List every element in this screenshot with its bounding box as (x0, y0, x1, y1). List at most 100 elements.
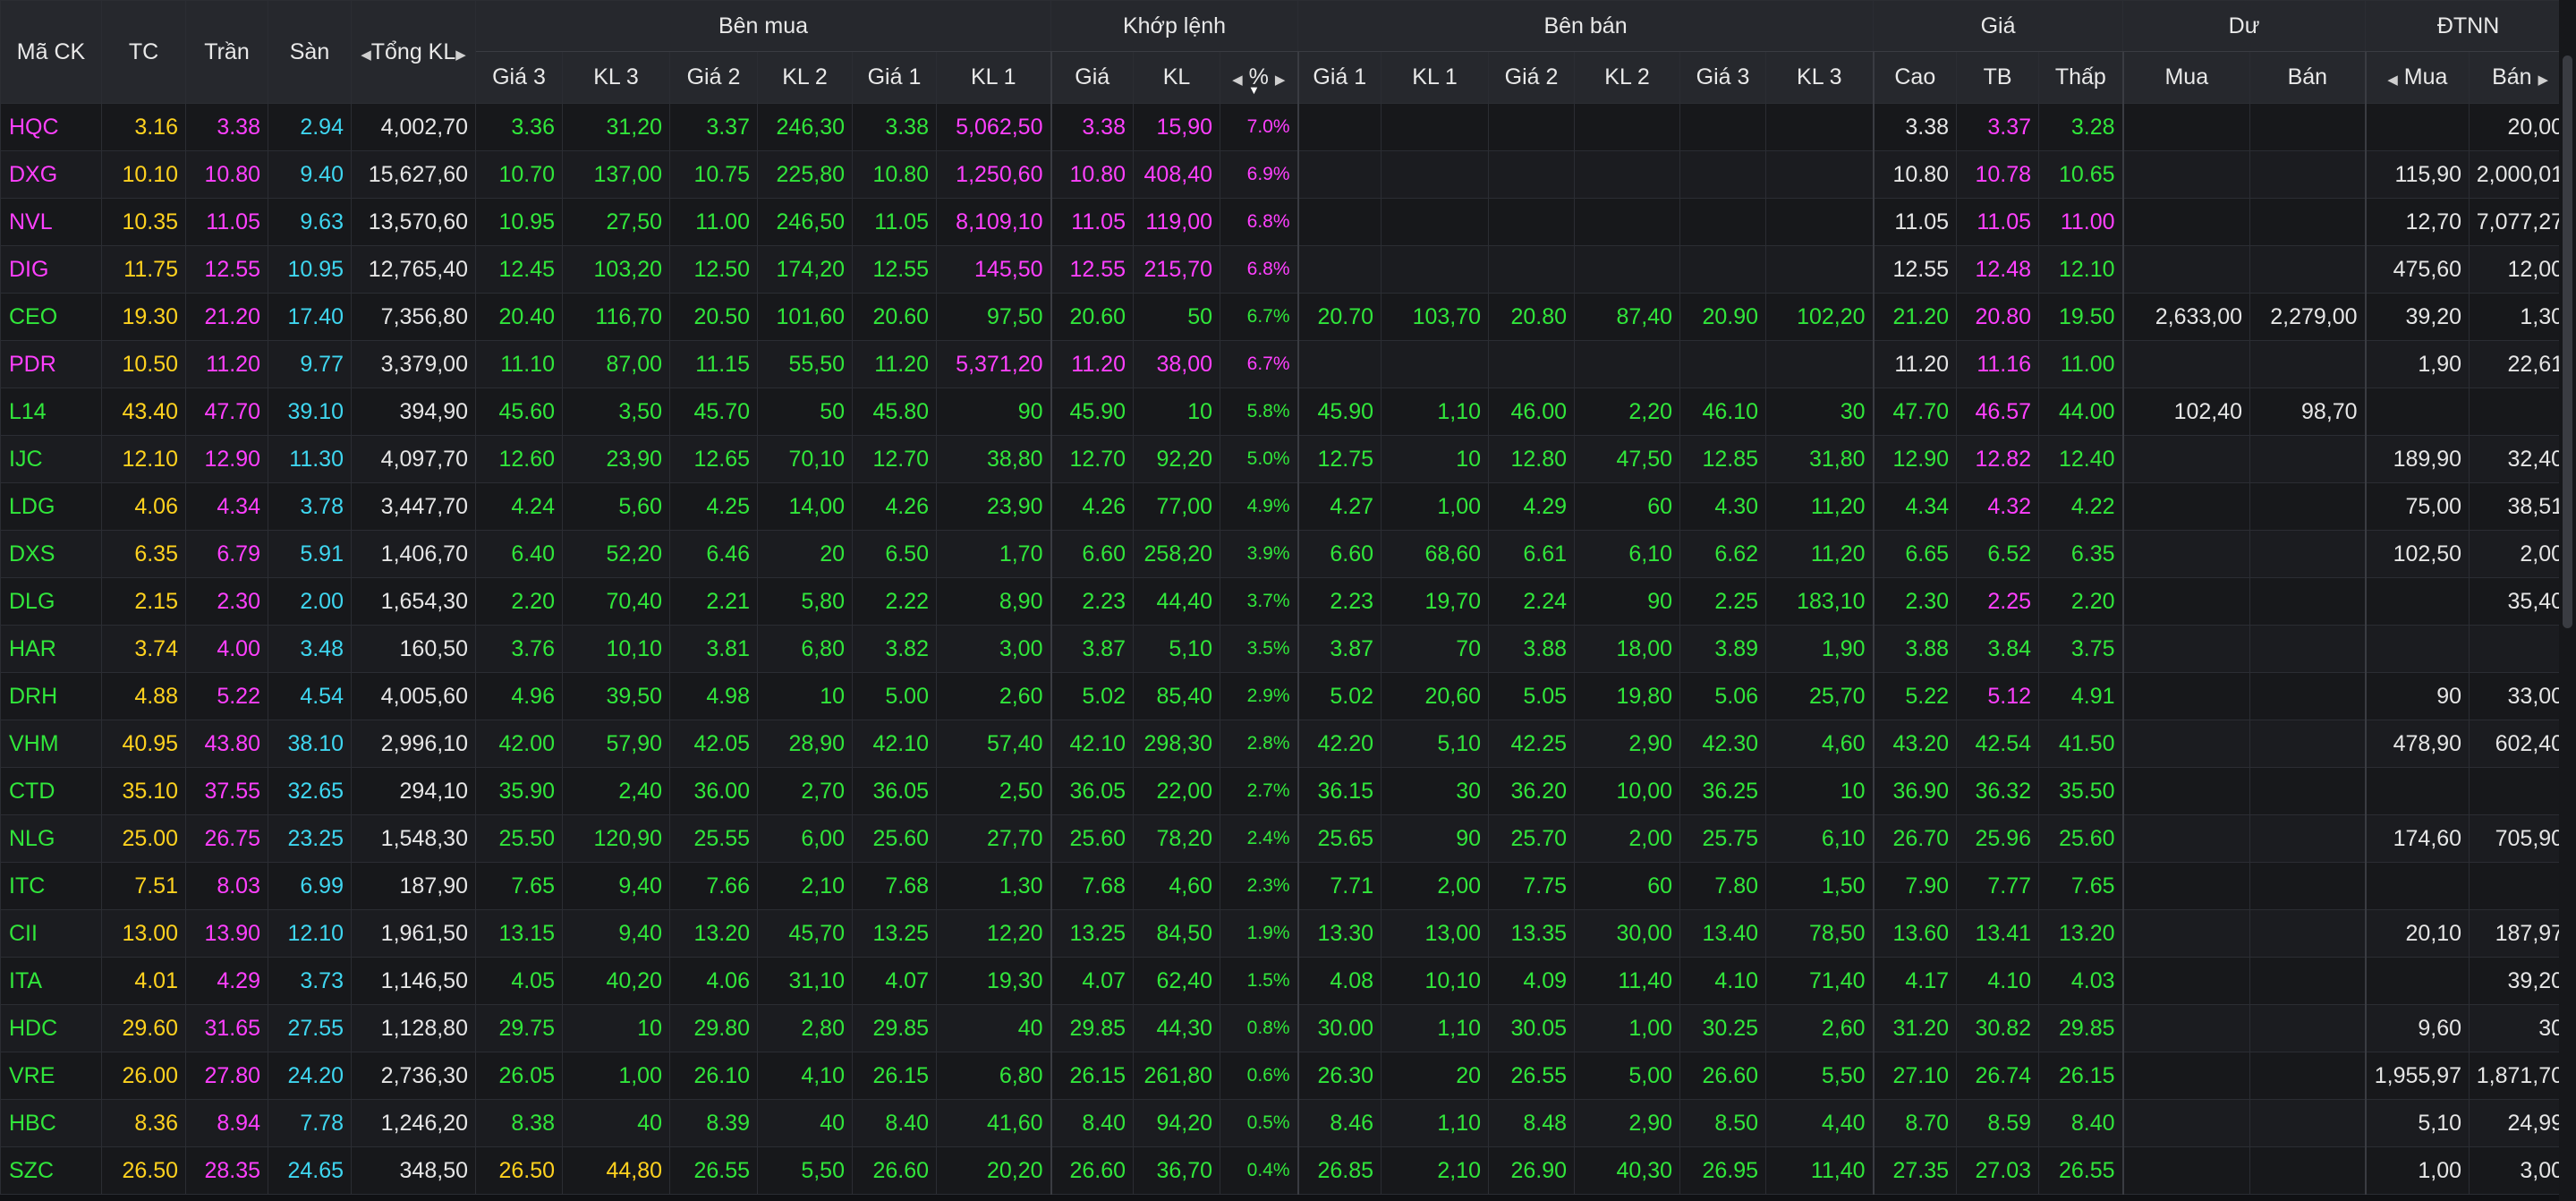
subheader-buy-4[interactable]: Giá 1 (852, 51, 937, 104)
subheader-buy-2[interactable]: Giá 2 (669, 51, 758, 104)
cell-symbol[interactable]: ITA (0, 957, 102, 1005)
table-row[interactable]: PDR 10.50 11.20 9.77 3,379,00 11.10 87,00 11.15… (0, 340, 2572, 388)
header-ref[interactable]: TC (101, 0, 186, 104)
cell-symbol[interactable]: DRH (0, 672, 102, 720)
subheader-remain-0[interactable]: Mua (2121, 51, 2251, 104)
sort-desc-icon[interactable]: ▼ (1248, 83, 1260, 97)
cell-total-volume: 3,379,00 (351, 340, 476, 388)
cell-match-0: 7.68 (1050, 862, 1134, 910)
cell-buy-1: 87,00 (562, 340, 670, 388)
header-total-volume[interactable]: ◀Tổng KL▶ (351, 0, 476, 104)
cell-symbol[interactable]: CII (0, 909, 102, 958)
table-row[interactable]: DXS 6.35 6.79 5.91 1,406,70 6.40 52,20 6.46 20 6.… (0, 530, 2572, 578)
table-row[interactable]: L14 43.40 47.70 39.10 394,90 45.60 3,50 45.70 50… (0, 388, 2572, 436)
table-row[interactable]: VHM 40.95 43.80 38.10 2,996,10 42.00 57,90 42.0… (0, 720, 2572, 768)
cell-buy-1: 120,90 (562, 814, 670, 863)
cell-symbol[interactable]: HDC (0, 1004, 102, 1052)
cell-symbol[interactable]: HAR (0, 625, 102, 673)
caret-left-icon[interactable]: ◀ (2387, 72, 2398, 88)
cell-sell-0: 4.27 (1297, 482, 1382, 531)
table-row[interactable]: SZC 26.50 28.35 24.65 348,50 26.50 44,80 26.55 5… (0, 1146, 2572, 1195)
cell-foreign-1: 3,00 (2469, 1146, 2572, 1195)
cell-remain-1 (2249, 814, 2367, 863)
subheader-sell-1[interactable]: KL 1 (1381, 51, 1490, 104)
table-row[interactable]: HBC 8.36 8.94 7.78 1,246,20 8.38 40 8.39 40 8.40 4… (0, 1099, 2572, 1147)
subheader-buy-0[interactable]: Giá 3 (475, 51, 563, 104)
subheader-sell-2[interactable]: Giá 2 (1488, 51, 1576, 104)
cell-symbol[interactable]: HBC (0, 1099, 102, 1147)
cell-symbol[interactable]: L14 (0, 388, 102, 436)
table-row[interactable]: NVL 10.35 11.05 9.63 13,570,60 10.95 27,50 11.0… (0, 198, 2572, 246)
cell-symbol[interactable]: NLG (0, 814, 102, 863)
subheader-remain-1[interactable]: Bán (2249, 51, 2367, 104)
cell-symbol[interactable]: DLG (0, 577, 102, 626)
table-row[interactable]: HDC 29.60 31.65 27.55 1,128,80 29.75 10 29.80 2,… (0, 1004, 2572, 1052)
table-row[interactable]: DLG 2.15 2.30 2.00 1,654,30 2.20 70,40 2.21 5,80… (0, 577, 2572, 626)
subheader-buy-1[interactable]: KL 3 (562, 51, 670, 104)
subheader-buy-3[interactable]: KL 2 (757, 51, 853, 104)
cell-symbol[interactable]: SZC (0, 1146, 102, 1195)
cell-symbol[interactable]: VRE (0, 1052, 102, 1100)
cell-remain-0 (2121, 482, 2251, 531)
cell-symbol[interactable]: HQC (0, 103, 102, 151)
subheader-sell-5[interactable]: KL 3 (1765, 51, 1875, 104)
cell-symbol[interactable]: VHM (0, 720, 102, 768)
subheader-match-2[interactable]: ◀ % ▼ ▶ (1219, 51, 1299, 104)
header-floor[interactable]: Sàn (268, 0, 352, 104)
subheader-price-1[interactable]: TB (1956, 51, 2040, 104)
table-row[interactable]: NLG 25.00 26.75 23.25 1,548,30 25.50 120,90 25.… (0, 814, 2572, 863)
table-row[interactable]: CTD 35.10 37.55 32.65 294,10 35.90 2,40 36.00 2,… (0, 767, 2572, 815)
table-row[interactable]: CEO 19.30 21.20 17.40 7,356,80 20.40 116,70 20.… (0, 293, 2572, 341)
subheader-sell-3[interactable]: KL 2 (1574, 51, 1681, 104)
scrollbar-thumb[interactable] (2563, 55, 2572, 628)
table-row[interactable]: ITC 7.51 8.03 6.99 187,90 7.65 9,40 7.66 2,10 7.6… (0, 862, 2572, 910)
cell-sell-1: 2,10 (1381, 1146, 1490, 1195)
table-row[interactable]: HQC 3.16 3.38 2.94 4,002,70 3.36 31,20 3.37 246,… (0, 103, 2572, 151)
cell-symbol[interactable]: DXS (0, 530, 102, 578)
table-row[interactable]: VRE 26.00 27.80 24.20 2,736,30 26.05 1,00 26.10… (0, 1052, 2572, 1100)
caret-right-icon[interactable]: ▶ (2538, 72, 2549, 88)
subheader-sell-4[interactable]: Giá 3 (1679, 51, 1767, 104)
cell-symbol[interactable]: IJC (0, 435, 102, 483)
subheader-foreign-1[interactable]: Bán ▶ (2469, 51, 2572, 104)
table-row[interactable]: CII 13.00 13.90 12.10 1,961,50 13.15 9,40 13.20… (0, 909, 2572, 958)
cell-sell-3 (1574, 150, 1681, 199)
cell-symbol[interactable]: ITC (0, 862, 102, 910)
table-row[interactable]: HAR 3.74 4.00 3.48 160,50 3.76 10,10 3.81 6,80 3.… (0, 625, 2572, 673)
cell-symbol[interactable]: DIG (0, 245, 102, 294)
caret-right-icon[interactable]: ▶ (455, 47, 466, 63)
cell-symbol[interactable]: DXG (0, 150, 102, 199)
cell-symbol[interactable]: NVL (0, 198, 102, 246)
subheader-sell-0[interactable]: Giá 1 (1297, 51, 1382, 104)
cell-price-2: 6.35 (2038, 530, 2124, 578)
cell-symbol[interactable]: CEO (0, 293, 102, 341)
cell-symbol[interactable]: PDR (0, 340, 102, 388)
vertical-scrollbar[interactable] (2559, 0, 2576, 1201)
cell-buy-4: 29.85 (852, 1004, 937, 1052)
subheader-price-2[interactable]: Thấp (2038, 51, 2124, 104)
table-row[interactable]: DRH 4.88 5.22 4.54 4,005,60 4.96 39,50 4.98 10 5.… (0, 672, 2572, 720)
cell-symbol[interactable]: LDG (0, 482, 102, 531)
cell-symbol[interactable]: CTD (0, 767, 102, 815)
cell-sell-5: 2,60 (1765, 1004, 1875, 1052)
subheader-match-1[interactable]: KL (1133, 51, 1220, 104)
caret-left-icon[interactable]: ◀ (1232, 72, 1243, 88)
subheader-price-0[interactable]: Cao (1872, 51, 1958, 104)
subheader-foreign-0[interactable]: ◀ Mua (2364, 51, 2470, 104)
cell-foreign-1: 33,00 (2469, 672, 2572, 720)
cell-match-0: 12.70 (1050, 435, 1134, 483)
table-row[interactable]: DXG 10.10 10.80 9.40 15,627,60 10.70 137,00 10.… (0, 150, 2572, 199)
cell-buy-4: 10.80 (852, 150, 937, 199)
header-symbol[interactable]: Mã CK (0, 0, 102, 104)
subheader-buy-5[interactable]: KL 1 (936, 51, 1051, 104)
table-row[interactable]: IJC 12.10 12.90 11.30 4,097,70 12.60 23,90 12.6… (0, 435, 2572, 483)
table-row[interactable]: ITA 4.01 4.29 3.73 1,146,50 4.05 40,20 4.06 31,1… (0, 957, 2572, 1005)
cell-price-1: 42.54 (1956, 720, 2040, 768)
table-row[interactable]: DIG 11.75 12.55 10.95 12,765,40 12.45 103,20 12… (0, 245, 2572, 294)
cell-sell-1: 1,10 (1381, 388, 1490, 436)
caret-left-icon[interactable]: ◀ (361, 47, 371, 63)
table-row[interactable]: LDG 4.06 4.34 3.78 3,447,70 4.24 5,60 4.25 14,00… (0, 482, 2572, 531)
header-ceil[interactable]: Trần (185, 0, 268, 104)
caret-right-icon[interactable]: ▶ (1275, 72, 1286, 88)
subheader-match-0[interactable]: Giá (1050, 51, 1134, 104)
